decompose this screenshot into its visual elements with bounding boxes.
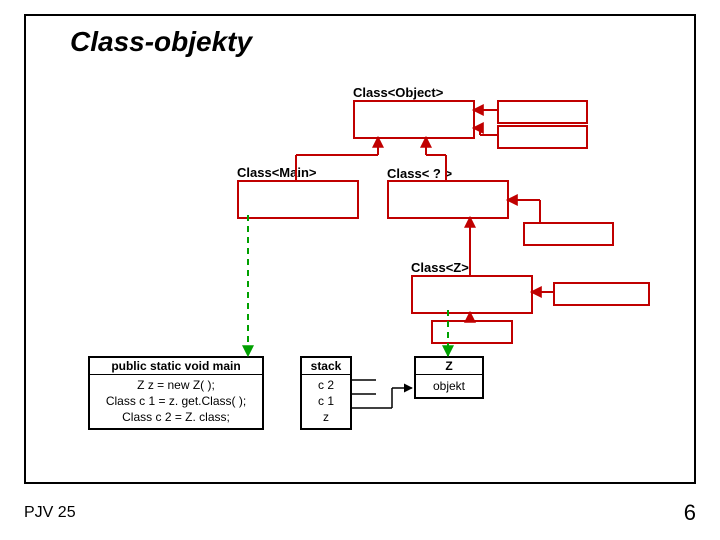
- stack-line: c 1: [306, 393, 346, 409]
- stack-line: z: [306, 409, 346, 425]
- box-stack: stack c 2 c 1 z: [300, 356, 352, 430]
- footer-left: PJV 25: [24, 504, 76, 522]
- box-is-stars: [431, 320, 513, 344]
- box-stack-header: stack: [302, 358, 350, 375]
- slide-title: Class-objekty: [70, 26, 252, 58]
- slide: Class-objekty Class<Object> get.Class(),…: [0, 0, 720, 540]
- box-class-z: [411, 275, 533, 314]
- label-class-z: Class<Z>: [411, 260, 469, 275]
- box-def-methods: [553, 282, 650, 306]
- box-to-string-1: [497, 125, 588, 149]
- box-main-header: public static void main: [90, 358, 262, 375]
- main-line: Class c 2 = Z. class;: [94, 409, 258, 425]
- label-class-main: Class<Main>: [237, 165, 317, 180]
- box-class-object: [353, 100, 475, 139]
- main-line: Class c 1 = z. get.Class( );: [94, 393, 258, 409]
- box-main: public static void main Z z = new Z( ); …: [88, 356, 264, 430]
- label-class-q: Class< ? >: [387, 166, 452, 181]
- box-to-string-2: [523, 222, 614, 246]
- footer-right: 6: [684, 500, 696, 526]
- box-class-main: [237, 180, 359, 219]
- box-get-class: [497, 100, 588, 124]
- box-class-q: [387, 180, 509, 219]
- main-line: Z z = new Z( );: [94, 377, 258, 393]
- box-main-body: Z z = new Z( ); Class c 1 = z. get.Class…: [90, 375, 262, 428]
- box-obj-z-body: objekt: [416, 375, 482, 397]
- box-stack-body: c 2 c 1 z: [302, 375, 350, 428]
- label-class-object: Class<Object>: [353, 85, 443, 100]
- box-obj-z-header: Z: [416, 358, 482, 375]
- stack-line: c 2: [306, 377, 346, 393]
- box-obj-z: Z objekt: [414, 356, 484, 399]
